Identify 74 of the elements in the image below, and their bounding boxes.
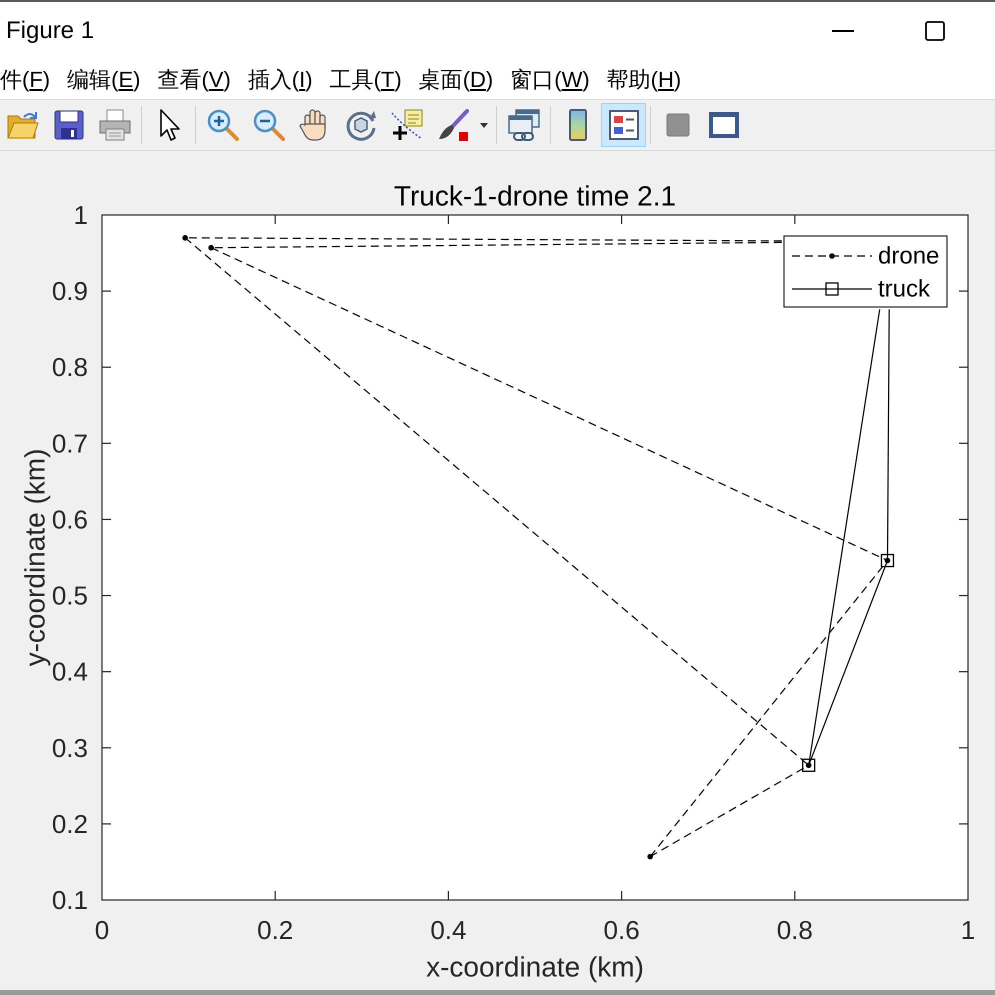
- menu-item[interactable]: 查看(V): [157, 68, 231, 90]
- y-tick-label: 0.4: [52, 656, 88, 687]
- x-tick-label: 0.6: [604, 915, 640, 945]
- tick-mark: [102, 290, 111, 292]
- tick-mark: [621, 215, 622, 224]
- y-tick-label: 0.1: [52, 885, 88, 915]
- tick-mark: [794, 215, 796, 224]
- tick-mark: [102, 442, 111, 444]
- tick-mark: [794, 891, 796, 900]
- tick-mark: [102, 594, 111, 596]
- menu-item[interactable]: 帮助(H): [606, 68, 682, 90]
- y-tick-label: 0.5: [52, 580, 88, 611]
- dot-marker: [182, 235, 188, 241]
- printer-icon[interactable]: [98, 109, 130, 141]
- y-tick-label: 0.8: [52, 352, 88, 382]
- folder-icon[interactable]: [6, 109, 38, 141]
- brush-icon[interactable]: [436, 109, 468, 141]
- caret-icon[interactable]: [480, 122, 488, 128]
- y-tick-label: 0.3: [52, 732, 88, 763]
- tick-mark: [102, 747, 111, 748]
- menu-item[interactable]: 窗口(W): [510, 68, 590, 90]
- tick-mark: [448, 215, 449, 224]
- tick-mark: [959, 366, 968, 368]
- menu-item[interactable]: 件(F): [0, 68, 50, 90]
- tick-mark: [448, 891, 449, 900]
- tick-mark: [102, 671, 111, 672]
- dot-marker: [884, 558, 890, 564]
- y-tick-label: 0.7: [52, 428, 88, 458]
- tick-mark: [959, 594, 968, 596]
- y-tick-label: 0.6: [52, 504, 88, 534]
- zoom-out-icon[interactable]: [252, 109, 284, 141]
- menu-item[interactable]: 桌面(D): [418, 68, 494, 90]
- zoom-in-icon[interactable]: [206, 109, 238, 141]
- tick-mark: [102, 518, 111, 520]
- tick-mark: [959, 747, 968, 748]
- tick-mark: [274, 891, 276, 900]
- legend-icon[interactable]: [608, 109, 640, 141]
- x-tick-label: 0.2: [257, 915, 294, 945]
- legend-label: drone: [878, 242, 940, 270]
- legend-label: truck: [878, 276, 930, 302]
- x-tick-label: 0.8: [776, 915, 813, 945]
- linked-windows-icon[interactable]: [508, 109, 540, 141]
- legend-button[interactable]: [601, 103, 646, 147]
- dot-marker: [647, 854, 653, 860]
- x-axis-label: x-coordinate (km): [426, 952, 644, 982]
- tick-mark: [959, 442, 968, 444]
- tick-mark: [959, 290, 968, 292]
- dot-marker: [806, 762, 812, 768]
- x-tick-label: 0: [94, 915, 110, 945]
- square-marker: [802, 758, 816, 772]
- y-tick-label: 0.2: [52, 808, 88, 839]
- tick-mark: [621, 891, 622, 900]
- note-crosshair-icon[interactable]: [390, 109, 422, 141]
- tick-mark: [102, 823, 111, 824]
- y-tick-label: 0.9: [52, 276, 88, 306]
- window-title: Figure 1: [6, 16, 94, 46]
- menu-item[interactable]: 工具(T): [330, 68, 402, 90]
- square-marker: [880, 554, 894, 568]
- menu-item[interactable]: 插入(I): [248, 68, 313, 90]
- tick-mark: [102, 366, 111, 368]
- tick-mark: [274, 215, 276, 224]
- y-axis-label: y-coordinate (km): [20, 448, 50, 666]
- window-frame-icon[interactable]: [708, 109, 740, 141]
- x-tick-label: 1: [960, 915, 976, 945]
- tick-mark: [959, 671, 968, 672]
- dot-marker: [208, 244, 214, 251]
- x-tick-label: 0.4: [430, 915, 466, 945]
- maximize-icon[interactable]: [925, 21, 945, 41]
- menu-item[interactable]: 编辑(E): [67, 68, 140, 90]
- rotate-icon[interactable]: [344, 109, 376, 141]
- tick-mark: [959, 518, 968, 520]
- chart-title: Truck-1-drone time 2.1: [394, 180, 676, 212]
- y-tick-label: 1: [74, 200, 88, 230]
- tick-mark: [959, 823, 968, 824]
